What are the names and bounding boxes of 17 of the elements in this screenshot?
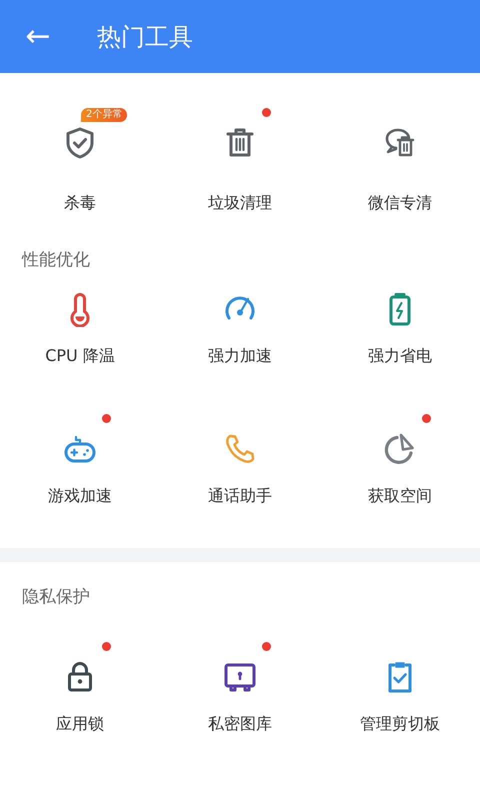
back-button[interactable]: ← [22,22,54,52]
tool-label[interactable]: 杀毒 [64,193,96,213]
section-title: 隐私保护 [21,586,91,609]
tool-label[interactable]: 管理剪切板 [360,714,440,734]
page-title: 热门工具 [97,22,193,52]
tool-label[interactable]: 获取空间 [368,486,432,506]
tool-label[interactable]: 垃圾清理 [208,193,272,213]
tool-label[interactable]: 强力加速 [208,346,272,366]
tool-label[interactable]: 微信专清 [368,193,432,213]
tool-label[interactable]: CPU 降温 [45,346,115,366]
tool-label[interactable]: 强力省电 [368,346,432,366]
section-title: 性能优化 [20,249,91,272]
tool-label[interactable]: 应用锁 [56,714,104,734]
tool-label[interactable]: 私密图库 [208,714,272,734]
alert-badge: 2个异常 [81,108,128,122]
tool-label[interactable]: 游戏加速 [48,486,112,506]
tool-label[interactable]: 通话助手 [208,486,272,506]
